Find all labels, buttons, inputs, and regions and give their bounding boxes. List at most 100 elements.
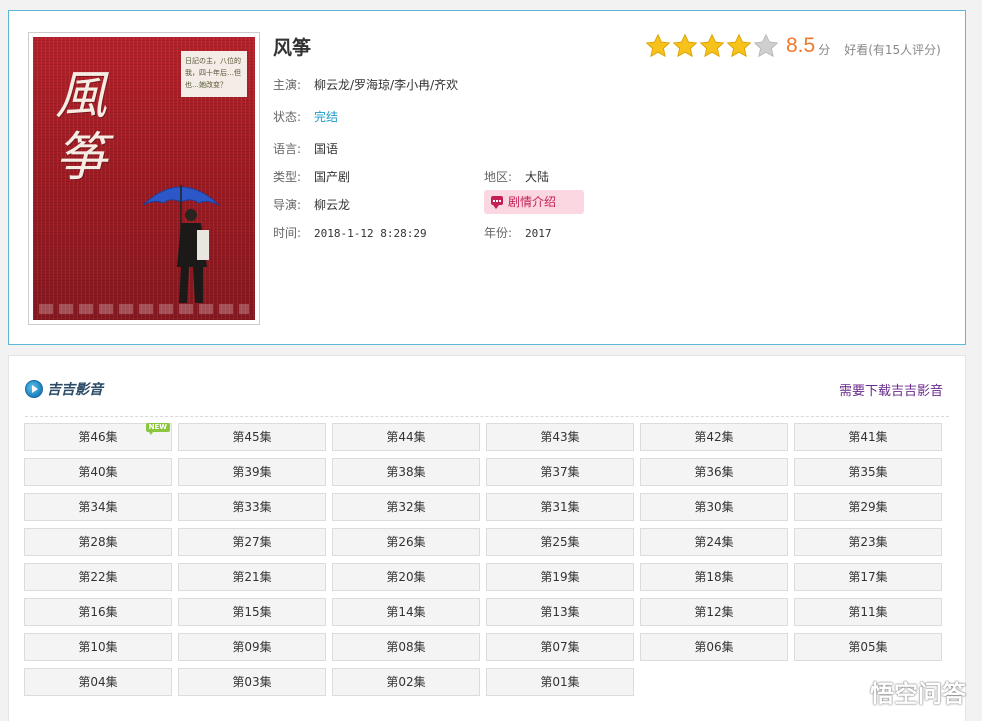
episode-label: 第37集 [540,465,580,479]
episode-button[interactable]: 第39集 [178,458,326,486]
episode-button[interactable]: 第06集 [640,633,788,661]
episode-button[interactable]: 第02集 [332,668,480,696]
star-icon[interactable] [672,33,698,59]
episode-button[interactable]: 第23集 [794,528,942,556]
episode-button[interactable]: 第12集 [640,598,788,626]
episode-button[interactable]: 第10集 [24,633,172,661]
region-value: 大陆 [525,170,550,184]
umbrella-figure-icon [142,185,220,303]
divider [25,416,949,417]
rating-description: 好看(有15人评分) [844,42,941,57]
year-label: 年份: [484,226,513,240]
star-icon[interactable] [645,33,671,59]
episode-button[interactable]: 第24集 [640,528,788,556]
episode-button[interactable]: 第08集 [332,633,480,661]
episode-button[interactable]: 第25集 [486,528,634,556]
episode-button[interactable]: 第04集 [24,668,172,696]
chat-bubble-icon [838,679,864,703]
star-icon[interactable] [699,33,725,59]
status-label: 状态: [273,110,302,124]
episode-button[interactable]: 第42集 [640,423,788,451]
episode-button[interactable]: 第18集 [640,563,788,591]
detail-panel: 風筝 日記の主，八位的我，四十年后…但也…她改变？ 风筝 8.5 分 好看(有1… [8,10,966,345]
episode-label: 第19集 [540,570,580,584]
episode-label: 第28集 [78,535,118,549]
episode-label: 第08集 [386,640,426,654]
episode-button[interactable]: 第32集 [332,493,480,521]
episode-button[interactable]: 第40集 [24,458,172,486]
episode-button[interactable]: 第11集 [794,598,942,626]
episode-button[interactable]: 第34集 [24,493,172,521]
episode-button[interactable]: 第16集 [24,598,172,626]
status-value[interactable]: 完结 [314,110,338,124]
episode-label: 第42集 [694,430,734,444]
drama-title: 风筝 [273,37,312,59]
episode-label: 第26集 [386,535,426,549]
download-player-link[interactable]: 需要下载吉吉影音 [839,380,943,399]
episode-button[interactable]: 第14集 [332,598,480,626]
episode-button[interactable]: 第20集 [332,563,480,591]
episode-button[interactable]: 第15集 [178,598,326,626]
episode-button[interactable]: 第33集 [178,493,326,521]
poster[interactable]: 風筝 日記の主，八位的我，四十年后…但也…她改变？ [28,32,260,325]
episode-button[interactable]: 第19集 [486,563,634,591]
rating: 8.5 分 好看(有15人评分) [645,31,941,61]
episode-button[interactable]: 第44集 [332,423,480,451]
episode-button[interactable]: 第45集 [178,423,326,451]
episode-label: 第11集 [848,605,888,619]
watermark: 悟空问答 [838,674,966,709]
episode-button[interactable]: 第22集 [24,563,172,591]
episode-label: 第35集 [848,465,888,479]
episode-button[interactable]: 第36集 [640,458,788,486]
play-logo-icon [25,380,43,398]
poster-title: 風筝 [55,66,108,188]
genre-value: 国产剧 [314,170,351,184]
episode-button[interactable]: 第29集 [794,493,942,521]
region-label: 地区: [484,170,513,184]
episode-label: 第09集 [232,640,272,654]
episode-button[interactable]: 第27集 [178,528,326,556]
episode-label: 第05集 [848,640,888,654]
director-label: 导演: [273,198,302,212]
episode-label: 第45集 [232,430,272,444]
episode-button[interactable]: 第26集 [332,528,480,556]
cast-value: 柳云龙/罗海琼/李小冉/齐欢 [314,78,459,92]
episode-button[interactable]: 第09集 [178,633,326,661]
episode-button[interactable]: 第43集 [486,423,634,451]
episode-button[interactable]: 第37集 [486,458,634,486]
episode-button[interactable]: 第46集 NEW [24,423,172,451]
page: 風筝 日記の主，八位的我，四十年后…但也…她改变？ 风筝 8.5 分 好看(有1… [0,0,982,721]
episode-label: 第13集 [540,605,580,619]
episode-label: 第07集 [540,640,580,654]
episode-button[interactable]: 第41集 [794,423,942,451]
episode-label: 第24集 [694,535,734,549]
watermark-text: 悟空问答 [870,680,966,708]
episode-button[interactable]: 第03集 [178,668,326,696]
plot-intro-button[interactable]: 剧情介绍 [484,190,584,214]
episode-button[interactable]: 第21集 [178,563,326,591]
episode-label: 第41集 [848,430,888,444]
episode-button[interactable]: 第30集 [640,493,788,521]
episode-button[interactable]: 第13集 [486,598,634,626]
episode-button[interactable]: 第28集 [24,528,172,556]
episode-button[interactable]: 第07集 [486,633,634,661]
poster-tagline: 日記の主，八位的我，四十年后…但也…她改变？ [181,51,247,97]
episode-label: 第10集 [78,640,118,654]
rating-score: 8.5 [786,34,816,57]
episode-label: 第29集 [848,500,888,514]
episode-label: 第43集 [540,430,580,444]
episode-label: 第18集 [694,570,734,584]
episode-button[interactable]: 第01集 [486,668,634,696]
genre-row: 类型: 国产剧 [273,168,350,185]
episode-button[interactable]: 第35集 [794,458,942,486]
year-row: 年份: 2017 [484,224,552,241]
episode-button[interactable]: 第31集 [486,493,634,521]
episode-button[interactable]: 第17集 [794,563,942,591]
episode-button[interactable]: 第38集 [332,458,480,486]
episode-label: 第36集 [694,465,734,479]
region-row: 地区: 大陆 [484,168,549,185]
star-empty-icon[interactable] [753,33,779,59]
episode-button[interactable]: 第05集 [794,633,942,661]
star-icon[interactable] [726,33,752,59]
player-brand-name: 吉吉影音 [47,382,103,398]
